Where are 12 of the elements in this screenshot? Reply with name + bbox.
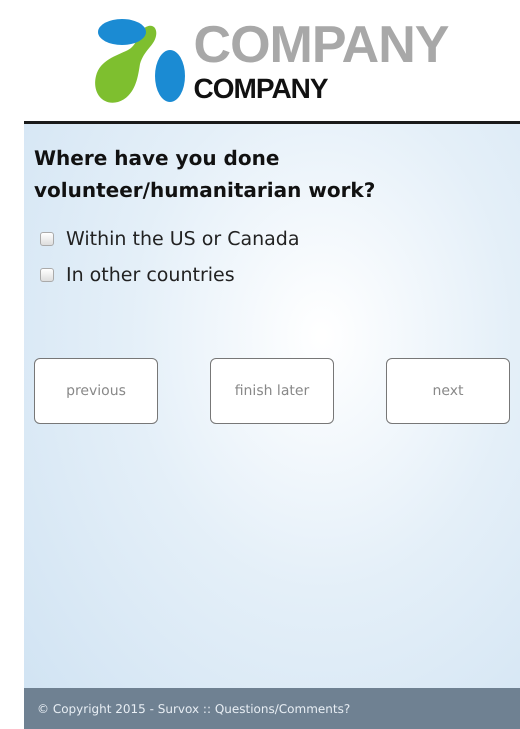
questions-link[interactable]: Questions/Comments?	[214, 702, 350, 716]
nav-button[interactable]: finish later	[210, 358, 334, 424]
option-label[interactable]: Within the US or Canada	[66, 228, 300, 250]
checkbox[interactable]	[40, 232, 54, 246]
nav-button[interactable]: previous	[34, 358, 158, 424]
option-label[interactable]: In other countries	[66, 264, 235, 286]
copyright-text: © Copyright 2015 - Survox ::	[37, 702, 212, 716]
logo-title: COMPANY	[194, 16, 448, 74]
logo-subtitle: COMPANY	[194, 74, 329, 104]
nav-button[interactable]: next	[386, 358, 510, 424]
question-text: Where have you done volunteer/humanitarian work?	[34, 145, 376, 204]
checkbox[interactable]	[40, 268, 54, 282]
